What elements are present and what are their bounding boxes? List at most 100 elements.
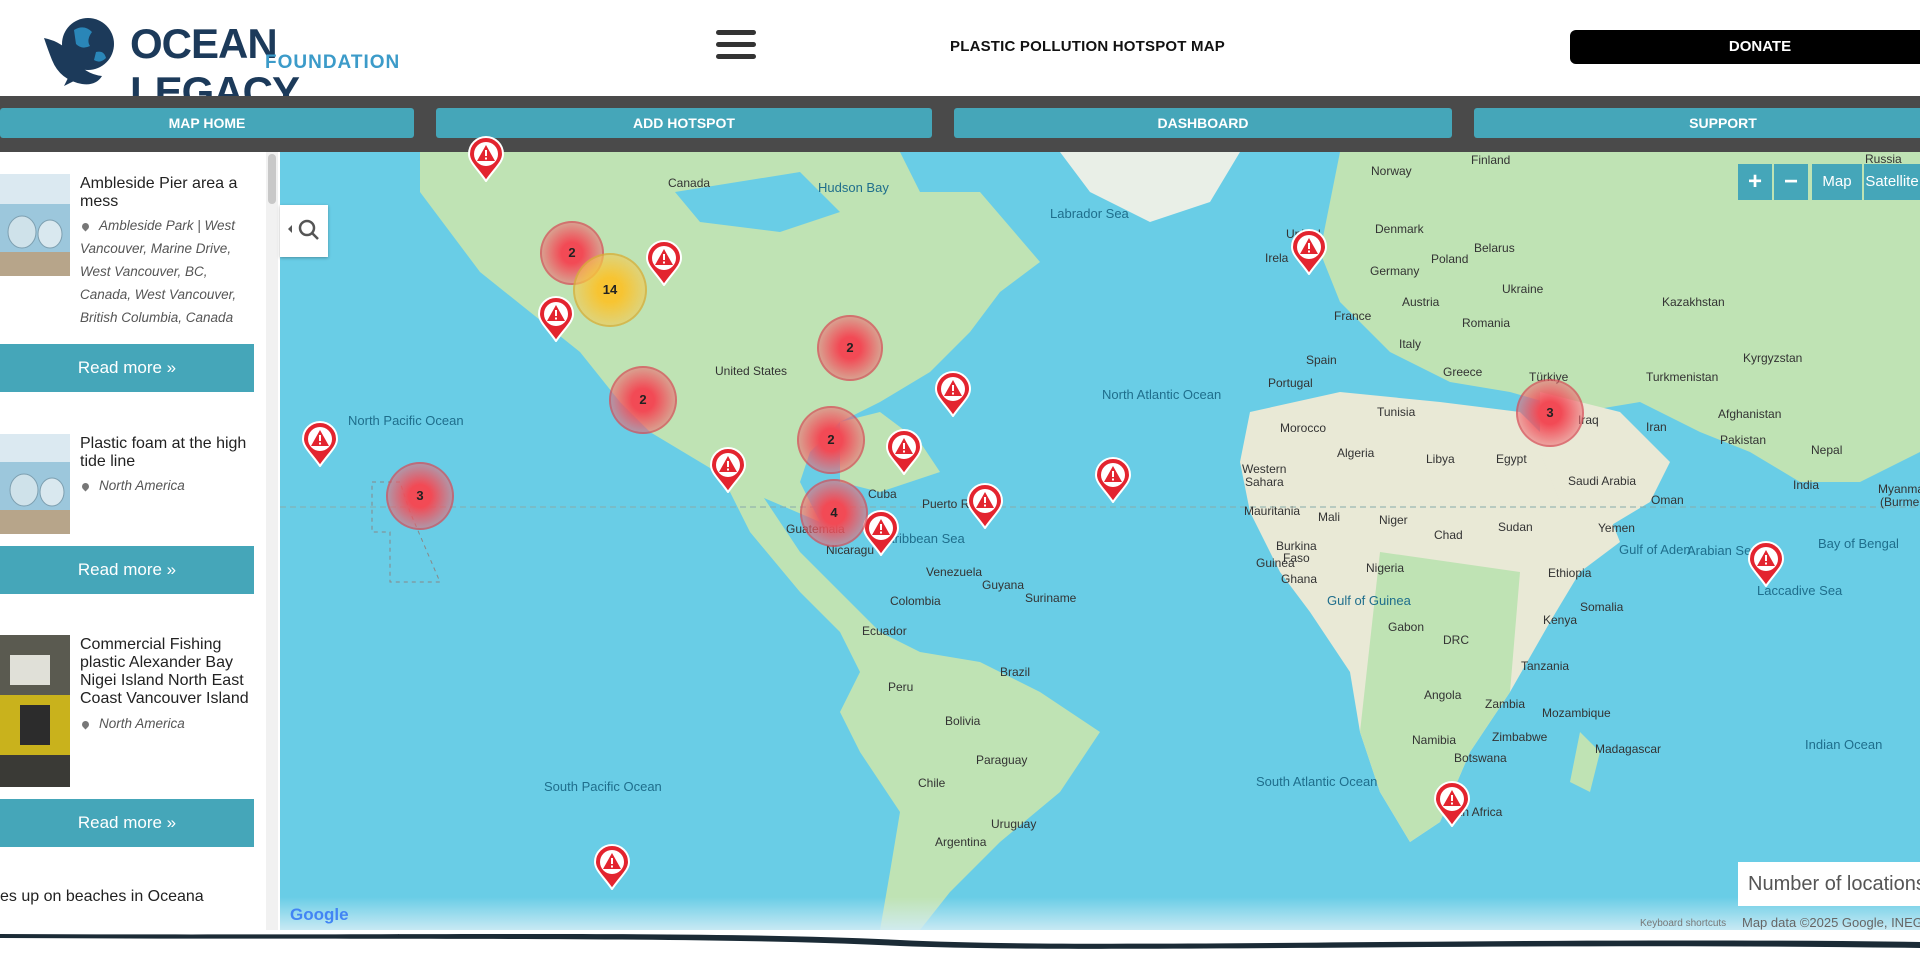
country-label: Zambia <box>1485 697 1526 711</box>
country-label: France <box>1334 309 1372 323</box>
map-search-toggle[interactable] <box>280 205 328 257</box>
country-label: Suriname <box>1025 591 1077 605</box>
read-more-button[interactable]: Read more » <box>0 546 254 594</box>
hotspot-marker-icon[interactable] <box>1290 229 1328 276</box>
nav-dashboard[interactable]: DASHBOARD <box>954 108 1452 138</box>
country-label: Greece <box>1443 365 1483 379</box>
country-label: Paraguay <box>976 753 1028 767</box>
donate-button[interactable]: DONATE <box>1570 30 1920 64</box>
country-label: Argentina <box>935 835 987 849</box>
ocean-label: North Pacific Ocean <box>348 413 464 428</box>
world-map[interactable] <box>280 152 1920 930</box>
hotspot-title[interactable]: Ambleside Pier area a mess <box>80 175 260 211</box>
ocean-label: South Pacific Ocean <box>544 779 662 794</box>
country-label: Ethiopia <box>1548 566 1592 580</box>
country-label: Mali <box>1318 510 1341 524</box>
country-label: Colombia <box>890 594 941 608</box>
country-label: (Burme <box>1880 495 1920 509</box>
zoom-in-button[interactable]: + <box>1738 164 1772 200</box>
sidebar-scrollbar[interactable] <box>266 152 278 930</box>
country-label: Belarus <box>1474 241 1515 255</box>
country-label: Sahara <box>1245 475 1284 489</box>
country-label: Tunisia <box>1377 405 1416 419</box>
marker-cluster[interactable]: 3 <box>386 462 454 530</box>
country-label: Western <box>1242 462 1287 476</box>
hotspot-marker-icon[interactable] <box>593 844 631 891</box>
hotspot-marker-icon[interactable] <box>1094 457 1132 504</box>
country-label: Austria <box>1402 295 1440 309</box>
country-label: Chad <box>1434 528 1463 542</box>
country-label: Myanma <box>1878 482 1920 496</box>
marker-cluster[interactable]: 2 <box>817 315 883 381</box>
country-label: Peru <box>888 680 914 694</box>
country-label: Madagascar <box>1595 742 1662 756</box>
country-label: Kyrgyzstan <box>1743 351 1803 365</box>
hotspot-marker-icon[interactable] <box>934 371 972 418</box>
country-label: Libya <box>1426 452 1455 466</box>
country-label: Nigeria <box>1366 561 1405 575</box>
marker-cluster[interactable]: 2 <box>609 366 677 434</box>
legend-box: Number of locations <box>1738 862 1920 906</box>
hotspot-photo <box>0 434 70 534</box>
keyboard-shortcuts[interactable]: Keyboard shortcuts <box>1640 918 1726 929</box>
country-label: Guinea <box>1256 556 1295 570</box>
location-pin-icon <box>80 719 91 730</box>
hotspot-marker-icon[interactable] <box>966 483 1004 530</box>
country-label: Sudan <box>1498 520 1533 534</box>
country-label: Denmark <box>1375 222 1424 236</box>
marker-cluster[interactable]: 4 <box>800 479 868 547</box>
country-label: Irela <box>1265 251 1289 265</box>
country-label: Ecuador <box>862 624 907 638</box>
marker-cluster[interactable]: 3 <box>1516 379 1584 447</box>
hotspot-marker-icon[interactable] <box>537 296 575 343</box>
sidebar-scrollbar-thumb[interactable] <box>268 154 276 204</box>
hotspot-marker-icon[interactable] <box>467 136 505 183</box>
menu-icon[interactable] <box>716 30 756 64</box>
zoom-out-button[interactable]: − <box>1774 164 1808 200</box>
hotspot-location: Ambleside Park | West Vancouver, Marine … <box>80 218 237 325</box>
site-logo[interactable]: OCEAN LEGACY FOUNDATION <box>40 8 400 115</box>
read-more-button[interactable]: Read more » <box>0 799 254 847</box>
marker-cluster[interactable]: 2 <box>797 406 865 474</box>
read-more-button[interactable]: Read more » <box>0 344 254 392</box>
nav-map-home[interactable]: MAP HOME <box>0 108 414 138</box>
country-label: Germany <box>1370 264 1420 278</box>
country-label: Turkmenistan <box>1646 370 1719 384</box>
hotspot-photo <box>0 635 70 787</box>
map-type-map[interactable]: Map <box>1812 164 1862 200</box>
nav-support[interactable]: SUPPORT <box>1474 108 1920 138</box>
hotspot-marker-icon[interactable] <box>301 421 339 468</box>
hotspot-photo <box>0 174 70 276</box>
ocean-label: Bay of Bengal <box>1818 536 1899 551</box>
hotspot-marker-icon[interactable] <box>709 447 747 494</box>
country-label: Yemen <box>1598 521 1635 535</box>
location-pin-icon <box>80 481 91 492</box>
country-label: Botswana <box>1454 751 1507 765</box>
hotspot-list: Ambleside Pier area a mess Ambleside Par… <box>0 152 280 930</box>
map-type-satellite[interactable]: Satellite <box>1864 164 1920 200</box>
ocean-label: Indian Ocean <box>1805 737 1883 752</box>
country-label: Kazakhstan <box>1662 295 1725 309</box>
hotspot-title[interactable]: es up on beaches in Oceana <box>0 888 204 906</box>
hotspot-marker-icon[interactable] <box>885 429 923 476</box>
country-label: Bolivia <box>945 714 981 728</box>
hotspot-title[interactable]: Commercial Fishing plastic Alexander Bay… <box>80 636 260 708</box>
country-label: Italy <box>1399 337 1422 351</box>
country-label: Somalia <box>1580 600 1624 614</box>
country-label: Afghanistan <box>1718 407 1782 421</box>
hotspot-location: North America <box>80 474 262 497</box>
hotspot-marker-icon[interactable] <box>645 240 683 287</box>
hotspot-marker-icon[interactable] <box>1433 781 1471 828</box>
map-attribution: Map data ©2025 Google, INEGI <box>1742 915 1920 930</box>
nav-add-hotspot[interactable]: ADD HOTSPOT <box>436 108 932 138</box>
country-label: Gabon <box>1388 620 1425 634</box>
hotspot-title[interactable]: Plastic foam at the high tide line <box>80 435 260 471</box>
country-label: Portugal <box>1268 376 1313 390</box>
country-label: Ghana <box>1281 572 1318 586</box>
marker-cluster[interactable]: 14 <box>573 253 647 327</box>
country-label: Morocco <box>1280 421 1327 435</box>
hotspot-marker-icon[interactable] <box>1747 541 1785 588</box>
site-header: OCEAN LEGACY FOUNDATION PLASTIC POLLUTIO… <box>0 0 1920 115</box>
google-logo: Google <box>290 905 349 924</box>
main-nav: MAP HOME ADD HOTSPOT DASHBOARD SUPPORT <box>0 96 1920 152</box>
